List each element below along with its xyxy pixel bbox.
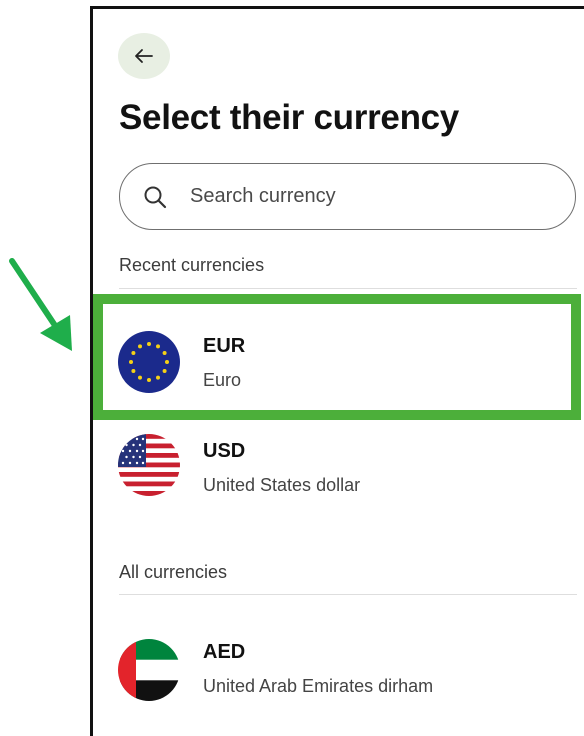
currency-name: Euro: [203, 370, 242, 390]
currency-item-usd[interactable]: USD United States dollar: [96, 405, 584, 505]
search-icon: [144, 186, 167, 208]
uae-flag-icon: [118, 639, 180, 701]
eu-flag-icon: [118, 331, 180, 393]
currency-code: EUR: [203, 335, 246, 357]
currency-item-eur[interactable]: EUR Euro: [96, 300, 584, 400]
arrow-left-icon: [135, 49, 153, 63]
recent-currencies-header: Recent currencies: [119, 255, 265, 275]
search-input[interactable]: [188, 184, 512, 209]
section-divider: [119, 594, 577, 595]
all-currencies-header: All currencies: [119, 562, 228, 582]
currency-item-aed[interactable]: AED United Arab Emirates dirham: [96, 610, 584, 710]
us-flag-icon: [118, 434, 180, 496]
section-divider: [119, 288, 577, 289]
search-field[interactable]: [119, 163, 576, 230]
page-title: Select their currency: [119, 98, 459, 137]
currency-code: USD: [203, 440, 246, 462]
currency-name: United Arab Emirates dirham: [203, 676, 434, 696]
currency-code: AED: [203, 641, 246, 663]
annotation-arrow-icon: [9, 258, 72, 351]
back-button[interactable]: [118, 33, 170, 79]
currency-name: United States dollar: [203, 475, 361, 495]
